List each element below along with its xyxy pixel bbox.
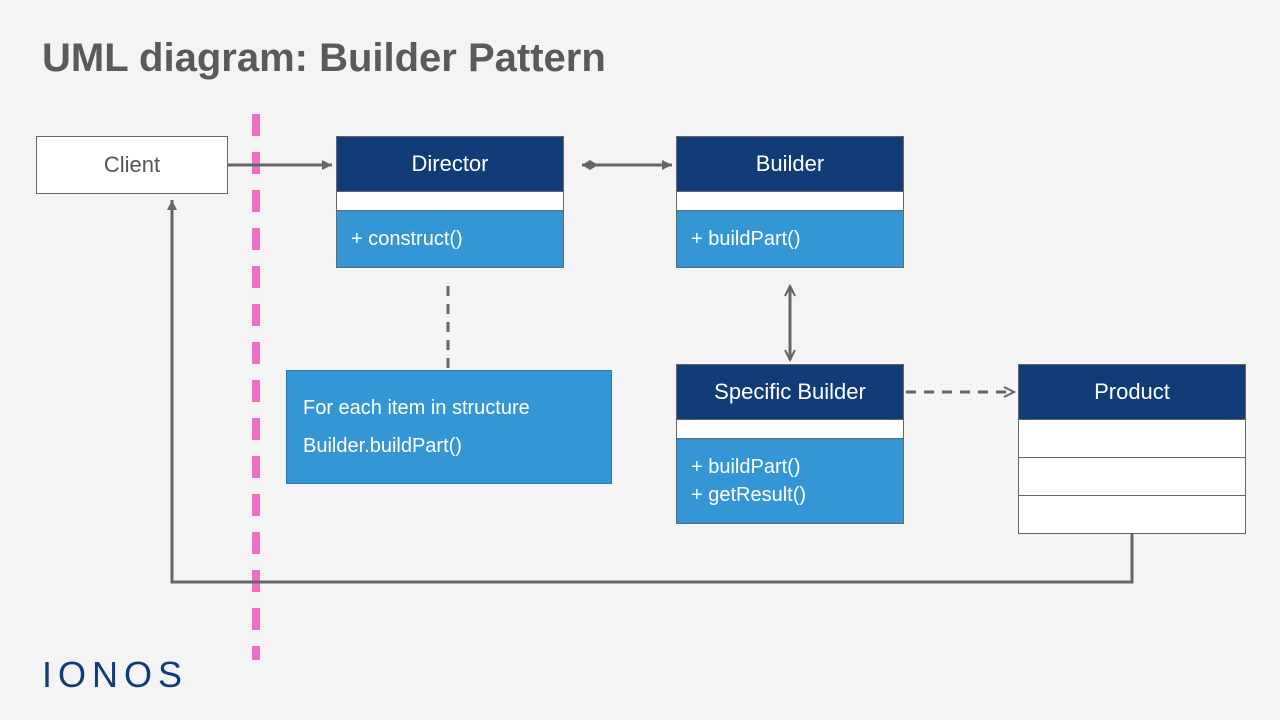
product-row-2 [1019,457,1245,495]
builder-class: Builder + buildPart() [676,136,904,268]
product-class: Product [1018,364,1246,534]
specific-builder-name: Specific Builder [677,365,903,419]
builder-name: Builder [677,137,903,191]
specific-method1: + buildPart() [691,453,889,481]
specific-builder-spacer [677,419,903,439]
connectors-overlay [0,0,1280,720]
specific-builder-methods: + buildPart() + getResult() [677,439,903,523]
builder-spacer [677,191,903,211]
director-method: + construct() [337,211,563,267]
client-box: Client [36,136,228,194]
product-name: Product [1019,365,1245,419]
director-note: For each item in structure Builder.build… [286,370,612,484]
note-line1: For each item in structure [303,389,595,427]
director-name: Director [337,137,563,191]
specific-method2: + getResult() [691,481,889,509]
builder-method: + buildPart() [677,211,903,267]
note-line2: Builder.buildPart() [303,427,595,465]
client-label: Client [104,152,160,178]
ionos-logo: IONOS [42,654,188,696]
director-spacer [337,191,563,211]
product-row-1 [1019,419,1245,457]
specific-builder-class: Specific Builder + buildPart() + getResu… [676,364,904,524]
product-row-3 [1019,495,1245,533]
director-class: Director + construct() [336,136,564,268]
diagram-title: UML diagram: Builder Pattern [42,36,606,81]
